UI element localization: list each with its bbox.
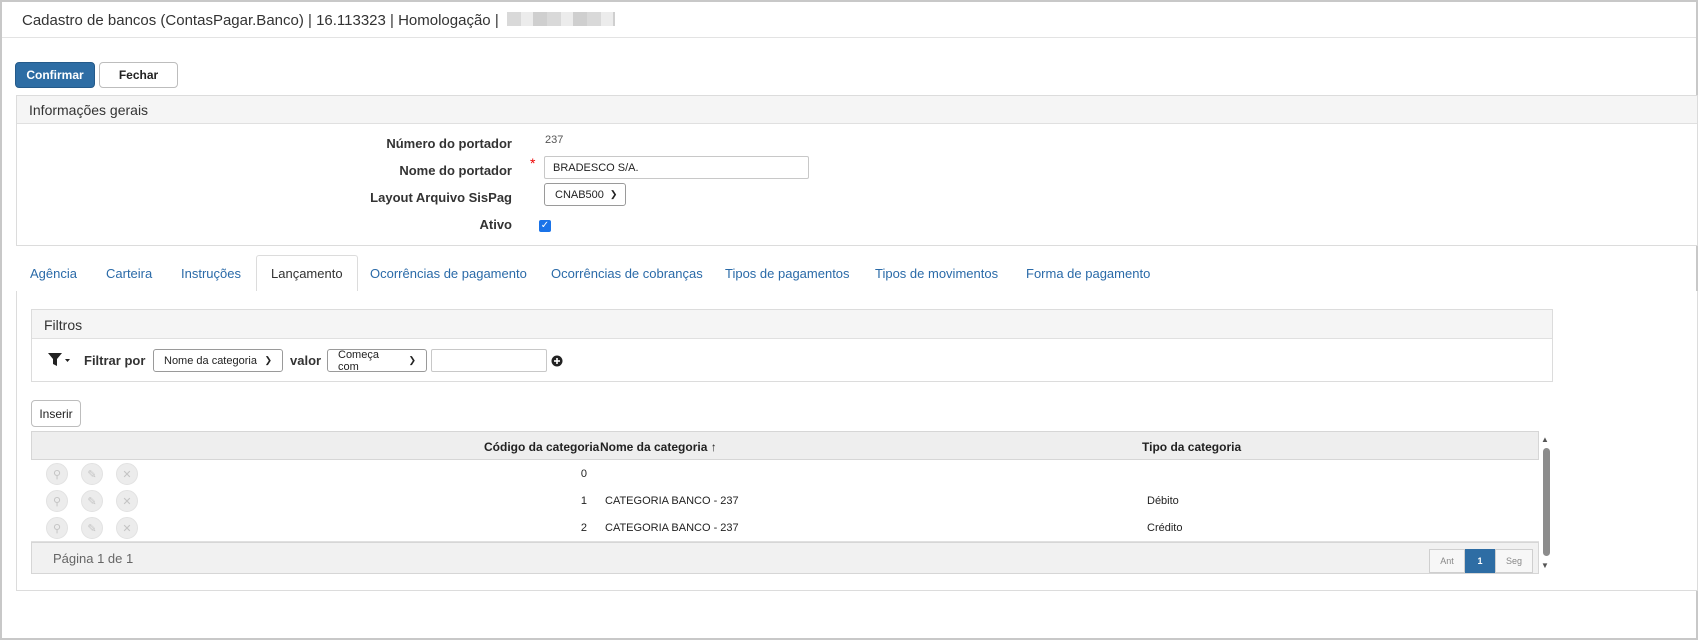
filters-header: Filtros	[32, 310, 1552, 339]
required-indicator: *	[530, 155, 536, 171]
table-row: ⚲ ✎ ✕ 1 CATEGORIA BANCO - 237 Débito	[31, 487, 1539, 515]
tab-tipos-movimentos[interactable]: Tipos de movimentos	[875, 255, 998, 291]
tab-forma-pagamento[interactable]: Forma de pagamento	[1026, 255, 1150, 291]
numero-portador-value: 237	[545, 134, 564, 146]
filter-by-label: Filtrar por	[84, 353, 146, 368]
grid-header: Código da categoria Nome da categoria ↑ …	[31, 431, 1539, 460]
cell-tipo: Crédito	[1147, 522, 1183, 534]
filters-title: Filtros	[44, 317, 83, 333]
col-tipo-categoria[interactable]: Tipo da categoria	[1142, 440, 1241, 454]
pager-page-1[interactable]: 1	[1465, 549, 1495, 573]
close-icon[interactable]: ✕	[116, 517, 138, 539]
insert-button[interactable]: Inserir	[31, 400, 81, 427]
nome-portador-input[interactable]: BRADESCO S/A.	[544, 156, 809, 179]
scrollbar-thumb[interactable]	[1543, 448, 1550, 556]
layout-sispag-value: CNAB500	[555, 188, 604, 201]
scroll-down-icon[interactable]: ▼	[1541, 561, 1549, 570]
layout-sispag-label: Layout Arquivo SisPag	[370, 190, 512, 205]
window-title: Cadastro de bancos (ContasPagar.Banco) |…	[22, 12, 499, 29]
ativo-label: Ativo	[479, 217, 513, 232]
magnifier-icon[interactable]: ⚲	[46, 463, 68, 485]
pager-prev-button[interactable]: Ant	[1429, 549, 1465, 573]
tab-instrucoes[interactable]: Instruções	[181, 255, 241, 291]
tab-bar: Agência Carteira Instruções Lançamento O…	[16, 255, 1696, 292]
table-row: ⚲ ✎ ✕ 0	[31, 460, 1539, 488]
close-button[interactable]: Fechar	[99, 62, 178, 88]
cell-codigo: 1	[580, 495, 587, 507]
tab-carteira[interactable]: Carteira	[106, 255, 152, 291]
cell-nome: CATEGORIA BANCO - 237	[605, 495, 739, 507]
tab-tipos-pagamentos[interactable]: Tipos de pagamentos	[725, 255, 850, 291]
filter-field-select[interactable]: Nome da categoria ❯	[153, 349, 283, 372]
magnifier-icon[interactable]: ⚲	[46, 517, 68, 539]
cell-codigo: 0	[580, 468, 587, 480]
tab-ocorrencias-pagamento[interactable]: Ocorrências de pagamento	[370, 255, 527, 291]
pencil-icon[interactable]: ✎	[81, 463, 103, 485]
layout-sispag-select[interactable]: CNAB500 ❯	[544, 183, 626, 206]
nome-portador-label: Nome do portador	[399, 163, 512, 178]
col-nome-categoria[interactable]: Nome da categoria ↑	[600, 440, 717, 454]
cell-tipo: Débito	[1147, 495, 1179, 507]
magnifier-icon[interactable]: ⚲	[46, 490, 68, 512]
filter-operator-select[interactable]: Começa com ❯	[327, 348, 427, 373]
numero-portador-label: Número do portador	[386, 136, 512, 151]
filter-icon[interactable]	[47, 352, 71, 368]
confirm-button[interactable]: Confirmar	[15, 62, 95, 88]
general-info-header: Informações gerais	[17, 96, 1697, 124]
tab-agencia[interactable]: Agência	[30, 255, 77, 291]
plus-circle-icon[interactable]	[551, 355, 563, 367]
filter-value-label: valor	[290, 353, 322, 368]
general-info-title: Informações gerais	[29, 102, 149, 118]
pencil-icon[interactable]: ✎	[81, 490, 103, 512]
table-row: ⚲ ✎ ✕ 2 CATEGORIA BANCO - 237 Crédito	[31, 514, 1539, 542]
pencil-icon[interactable]: ✎	[81, 517, 103, 539]
pager-next-button[interactable]: Seg	[1495, 549, 1533, 573]
redacted-environment	[506, 12, 615, 26]
close-icon[interactable]: ✕	[116, 463, 138, 485]
chevron-down-icon: ❯	[408, 355, 416, 365]
cell-codigo: 2	[580, 522, 587, 534]
window-title-wrap: Cadastro de bancos (ContasPagar.Banco) |…	[22, 12, 615, 29]
col-nome-categoria-label: Nome da categoria	[600, 440, 708, 454]
nome-portador-value: BRADESCO S/A.	[553, 161, 639, 174]
page-info: Página 1 de 1	[53, 551, 134, 566]
chevron-down-icon: ❯	[264, 355, 272, 365]
chevron-down-icon: ❯	[609, 189, 618, 199]
scroll-up-icon[interactable]: ▲	[1541, 435, 1549, 444]
filter-operator-value: Começa com	[338, 348, 379, 373]
cell-nome: CATEGORIA BANCO - 237	[605, 522, 739, 534]
tab-lancamento[interactable]: Lançamento	[256, 255, 358, 292]
arrow-up-icon: ↑	[710, 440, 717, 454]
close-icon[interactable]: ✕	[116, 490, 138, 512]
ativo-checkbox[interactable]: ✓	[539, 220, 551, 232]
col-codigo-categoria[interactable]: Código da categoria	[484, 440, 599, 454]
filter-value-input[interactable]	[431, 349, 547, 372]
filter-field-value: Nome da categoria	[164, 354, 257, 367]
grid-footer: Página 1 de 1 Ant 1 Seg	[31, 542, 1539, 574]
title-bar: Cadastro de bancos (ContasPagar.Banco) |…	[2, 2, 1696, 38]
tab-ocorrencias-cobrancas[interactable]: Ocorrências de cobranças	[551, 255, 703, 291]
general-info-panel: Informações gerais	[16, 95, 1698, 246]
